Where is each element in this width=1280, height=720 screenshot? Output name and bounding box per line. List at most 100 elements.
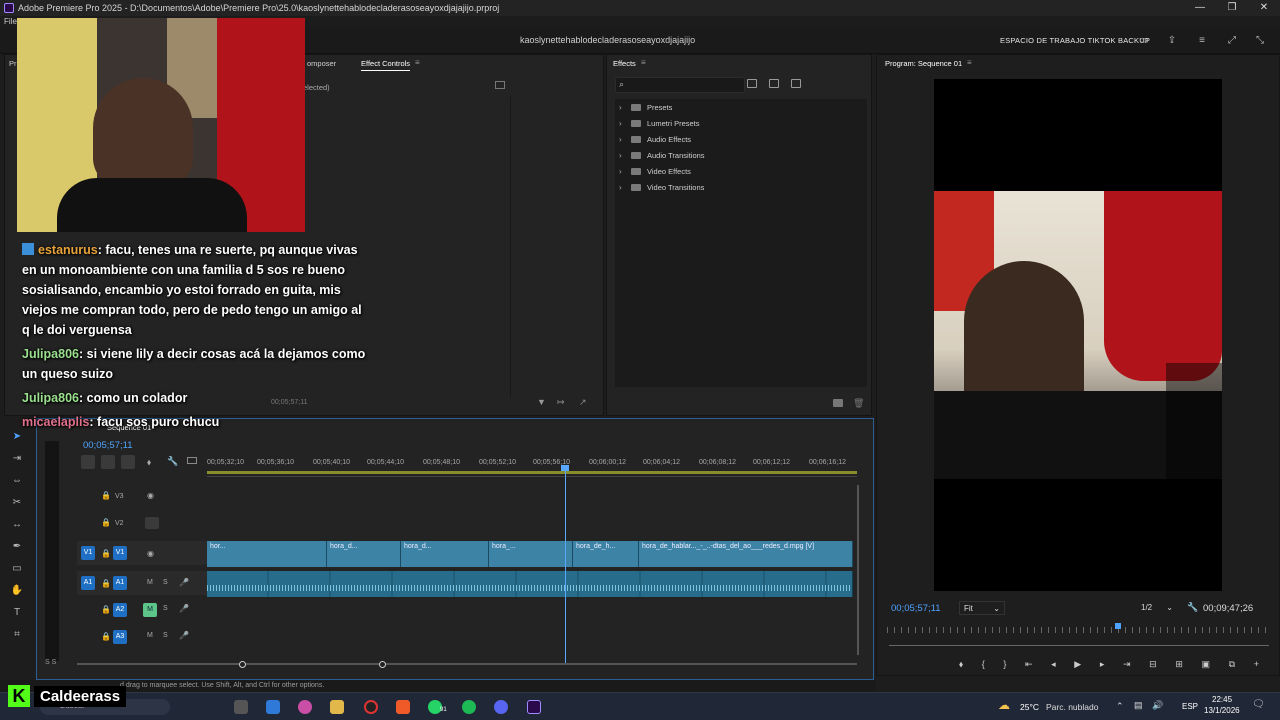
network-icon[interactable]: ▤	[1134, 700, 1143, 711]
store-icon[interactable]	[266, 700, 280, 714]
language-indicator[interactable]: ESP	[1182, 702, 1198, 711]
weather-temp[interactable]: 25°C	[1020, 702, 1039, 712]
close-button[interactable]: ✕	[1248, 0, 1280, 16]
filter-icon[interactable]: ▼	[537, 397, 546, 407]
zoom-scrollbar[interactable]	[889, 645, 1269, 646]
effects-folder-audio-effects[interactable]: › Audio Effects	[619, 135, 691, 144]
effects-folder-video-transitions[interactable]: › Video Transitions	[619, 183, 704, 192]
linked-selection-icon[interactable]	[121, 455, 135, 469]
accelerated-icon[interactable]	[747, 79, 757, 88]
source-patch-v1[interactable]: V1	[81, 546, 95, 560]
fit-select[interactable]: Fit ⌄	[959, 601, 1005, 615]
mark-out-icon[interactable]: }	[1003, 659, 1006, 671]
hand-icon[interactable]: ✋	[10, 584, 24, 598]
track-label[interactable]: V3	[115, 493, 124, 500]
resolution-select[interactable]: 1/2 ⌄	[1137, 601, 1177, 615]
slip-icon[interactable]: ↔	[10, 518, 24, 532]
lock-icon[interactable]: 🔒	[101, 518, 111, 527]
solo-button[interactable]: S	[163, 632, 168, 639]
ripple-edit-icon[interactable]: ⇔	[10, 474, 24, 488]
step-icon[interactable]: ↦	[557, 397, 565, 408]
tab-project[interactable]: Pr	[9, 59, 17, 68]
playhead-handle[interactable]	[561, 465, 569, 471]
track-target-a3[interactable]: A3	[113, 630, 127, 644]
zoom-icon[interactable]: ⤢	[1226, 35, 1238, 46]
maximize-button[interactable]: ❐	[1216, 0, 1248, 16]
spotify-icon[interactable]	[462, 700, 476, 714]
snap-icon[interactable]	[101, 455, 115, 469]
export-frame-icon[interactable]: ▣	[1202, 659, 1211, 671]
captions-icon[interactable]	[187, 457, 197, 464]
tray-chevron-icon[interactable]: ⌃	[1116, 701, 1124, 712]
effects-folder-presets[interactable]: › Presets	[619, 103, 672, 112]
task-view-icon[interactable]	[234, 700, 248, 714]
panel-menu-icon[interactable]: ≡	[641, 58, 646, 67]
menu-icon[interactable]: ≡	[1196, 35, 1208, 46]
microphone-icon[interactable]: 🎤	[179, 578, 189, 587]
video-clip[interactable]: hora_de_h...	[573, 541, 639, 567]
eye-icon[interactable]: ◉	[147, 549, 154, 558]
mute-button-active[interactable]: M	[143, 603, 157, 617]
menu-file[interactable]: File	[4, 17, 17, 26]
razor-icon[interactable]: ✂	[10, 496, 24, 510]
video-clip[interactable]: hora_d...	[327, 541, 401, 567]
clock-date[interactable]: 13/1/2026	[1204, 706, 1240, 715]
video-clip[interactable]: hora_...	[489, 541, 573, 567]
share-icon[interactable]: ⇪	[1166, 35, 1178, 46]
video-clip[interactable]: hor...	[207, 541, 327, 567]
meter-scale[interactable]: S S	[45, 659, 56, 666]
minimize-button[interactable]: —	[1184, 0, 1216, 16]
play-icon[interactable]: ▶	[1074, 659, 1081, 671]
playhead-line[interactable]	[565, 467, 566, 663]
microphone-icon[interactable]: 🎤	[179, 604, 189, 613]
panel-menu-icon[interactable]: ≡	[415, 58, 420, 67]
lock-icon[interactable]: 🔒	[101, 605, 111, 614]
microphone-icon[interactable]: 🎤	[179, 631, 189, 640]
mute-button[interactable]: M	[147, 632, 153, 639]
export-frame-icon[interactable]	[495, 81, 505, 89]
add-marker-icon[interactable]: ⬧	[147, 457, 151, 468]
lock-icon[interactable]: 🔒	[101, 632, 111, 641]
lift-icon[interactable]: ⊟	[1149, 659, 1157, 671]
fullscreen-icon[interactable]: ⤡	[1254, 35, 1266, 46]
go-to-out-icon[interactable]: ⇥	[1123, 659, 1131, 671]
notifications-icon[interactable]: 🗨	[1252, 699, 1265, 710]
rectangle-icon[interactable]: ▭	[10, 562, 24, 576]
program-video-display[interactable]	[934, 79, 1222, 591]
app-icon[interactable]	[298, 700, 312, 714]
premiere-taskbar-icon[interactable]	[527, 700, 541, 714]
scroll-handle-right[interactable]	[379, 661, 386, 668]
pen-icon[interactable]: ✒	[10, 540, 24, 554]
nest-toggle-icon[interactable]	[81, 455, 95, 469]
track-target-a1[interactable]: A1	[113, 576, 127, 590]
effects-folder-lumetri[interactable]: › Lumetri Presets	[619, 119, 700, 128]
video-clip[interactable]: hora_de_hablar..._-_..-dtas_del_ao___red…	[639, 541, 853, 567]
extract-icon[interactable]: ⊞	[1175, 659, 1183, 671]
effects-search-input[interactable]: ⌕	[615, 77, 745, 93]
add-button-icon[interactable]: +	[1254, 659, 1259, 671]
solo-button[interactable]: S	[163, 579, 168, 586]
volume-icon[interactable]: 🔊	[1152, 700, 1163, 711]
effects-folder-video-effects[interactable]: › Video Effects	[619, 167, 691, 176]
chat-username[interactable]: Julipa806	[22, 347, 79, 361]
file-explorer-icon[interactable]	[330, 700, 344, 714]
video-clip[interactable]: hora_d...	[401, 541, 489, 567]
panel-menu-icon[interactable]: ≡	[967, 58, 972, 67]
clock-time[interactable]: 22:45	[1212, 695, 1232, 704]
share-out-icon[interactable]: ↗	[579, 397, 587, 408]
chat-username[interactable]: Julipa806	[22, 391, 79, 405]
marker-icon[interactable]: ⬧	[959, 659, 963, 671]
weather-text[interactable]: Parc. nublado	[1046, 702, 1098, 712]
yuv-icon[interactable]	[791, 79, 801, 88]
brave-icon[interactable]	[396, 700, 410, 714]
timeline-vertical-scrollbar[interactable]	[857, 485, 859, 655]
step-forward-icon[interactable]: ▸	[1100, 659, 1105, 671]
obs-icon[interactable]	[364, 700, 378, 714]
eye-icon[interactable]: ◉	[147, 491, 154, 500]
timeline-timecode[interactable]: 00;05;57;11	[83, 440, 132, 451]
playhead-marker[interactable]	[1115, 623, 1121, 629]
lock-icon[interactable]: 🔒	[101, 579, 111, 588]
mute-button[interactable]: M	[147, 579, 153, 586]
32bit-icon[interactable]	[769, 79, 779, 88]
solo-button[interactable]: S	[163, 605, 168, 612]
